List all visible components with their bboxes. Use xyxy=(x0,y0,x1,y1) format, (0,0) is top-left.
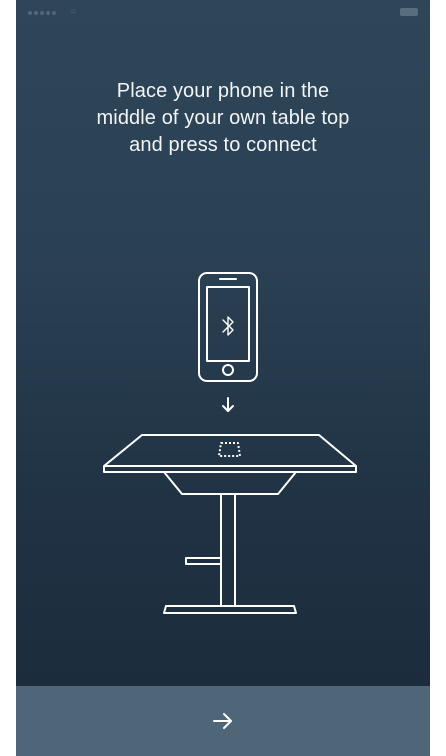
instruction-line: and press to connect xyxy=(129,134,317,156)
instruction-line: middle of your own table top xyxy=(96,107,350,129)
status-bar: ≈ xyxy=(16,0,430,24)
bluetooth-icon xyxy=(222,316,234,336)
phone-on-table-illustration xyxy=(103,272,357,614)
arrow-right-icon xyxy=(213,713,232,729)
wifi-icon: ≈ xyxy=(70,6,77,18)
status-left: ≈ xyxy=(28,6,76,18)
arrow-down-icon xyxy=(222,397,234,412)
battery-icon xyxy=(400,8,418,16)
instruction-text: Place your phone in the middle of your o… xyxy=(56,78,390,159)
signal-icon xyxy=(28,6,58,18)
next-button[interactable] xyxy=(16,686,430,756)
instruction-line: Place your phone in the xyxy=(116,80,330,102)
connect-screen: ≈ Place your phone in the middle of your… xyxy=(16,0,430,756)
table-icon xyxy=(103,434,357,614)
